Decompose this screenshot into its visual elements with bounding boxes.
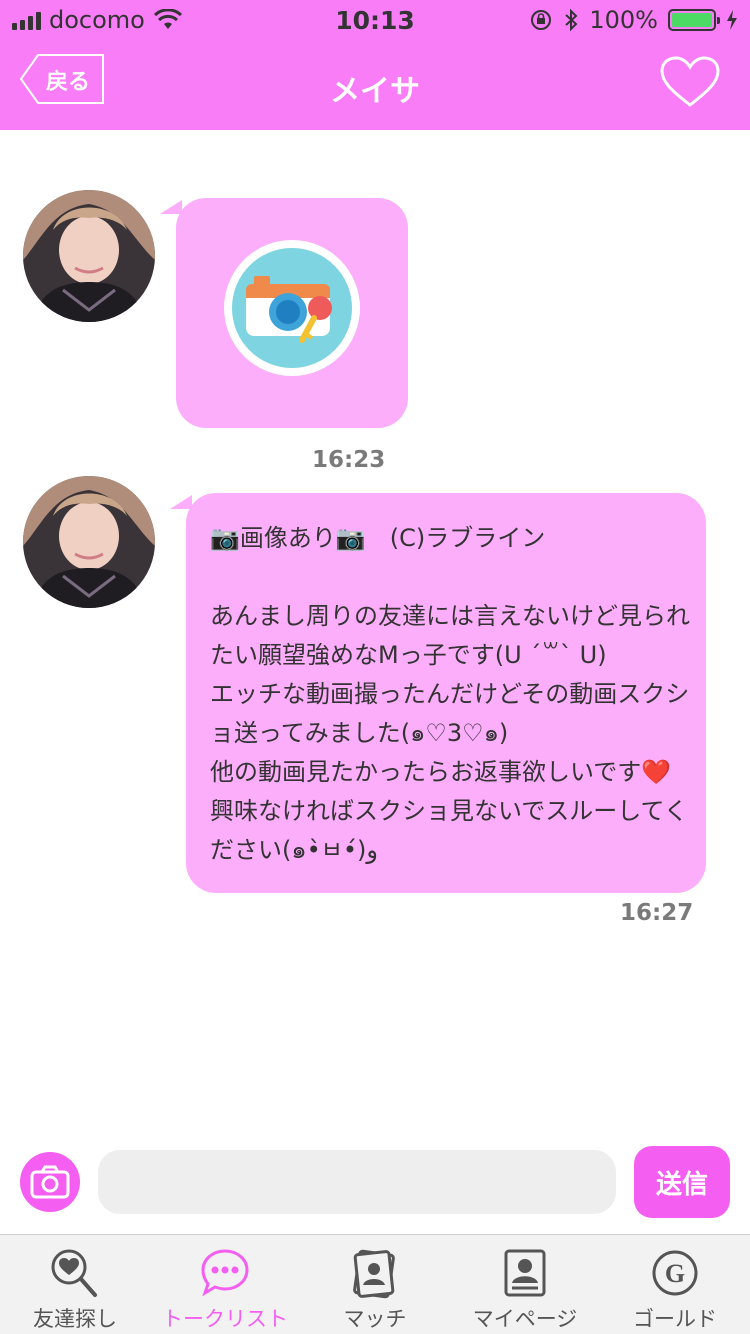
tab-my-page[interactable]: マイページ <box>450 1235 600 1334</box>
message-text: 📷画像あり📷 (C)ラブライン あんまし周りの友達には言えないけど見られたい願望… <box>210 524 690 864</box>
message-time: 16:23 <box>312 447 386 473</box>
send-button[interactable]: 送信 <box>634 1146 730 1218</box>
sender-avatar[interactable] <box>23 190 155 322</box>
charging-icon <box>727 10 737 30</box>
status-bar: docomo 10:13 100% <box>0 0 750 40</box>
camera-button[interactable] <box>20 1152 80 1212</box>
tab-gold[interactable]: G ゴールド <box>600 1235 750 1334</box>
heart-search-icon <box>51 1249 97 1297</box>
profile-icon <box>504 1249 546 1297</box>
locked-camera-icon <box>224 240 360 376</box>
camera-icon <box>30 1165 70 1199</box>
bubble-tail <box>160 200 182 214</box>
tab-label: マッチ <box>343 1307 407 1331</box>
status-right: 100% <box>529 6 738 34</box>
tab-label: マイページ <box>472 1307 578 1331</box>
tab-label: トークリスト <box>162 1307 288 1331</box>
battery-icon <box>668 9 720 31</box>
bubble-tail <box>170 495 192 509</box>
battery-percent: 100% <box>589 6 658 34</box>
image-message-bubble[interactable] <box>176 198 408 428</box>
tab-talk-list[interactable]: トークリスト <box>150 1235 300 1334</box>
orientation-lock-icon <box>531 10 552 30</box>
gold-coin-icon: G <box>652 1250 698 1296</box>
text-message-bubble[interactable]: 📷画像あり📷 (C)ラブライン あんまし周りの友達には言えないけど見られたい願望… <box>186 493 706 893</box>
tab-label: ゴールド <box>633 1307 717 1331</box>
message-time: 16:27 <box>620 900 694 926</box>
page-title: メイサ <box>330 74 420 109</box>
tab-bar: 友達探し トークリスト マッチ マイページ G ゴールド <box>0 1234 750 1334</box>
cards-icon <box>353 1249 395 1299</box>
heart-outline-icon[interactable] <box>660 56 720 108</box>
sender-avatar[interactable] <box>23 476 155 608</box>
message-input[interactable] <box>98 1150 616 1214</box>
chat-bubble-icon <box>201 1249 249 1297</box>
avatar-photo <box>23 190 155 322</box>
nav-bar: 戻る メイサ <box>0 40 750 130</box>
tab-friend-search[interactable]: 友達探し <box>0 1235 150 1334</box>
tab-label: 友達探し <box>33 1307 117 1331</box>
avatar-photo <box>23 476 155 608</box>
tab-match[interactable]: マッチ <box>300 1235 450 1334</box>
bluetooth-icon <box>565 8 578 32</box>
svg-text:G: G <box>665 1259 685 1288</box>
